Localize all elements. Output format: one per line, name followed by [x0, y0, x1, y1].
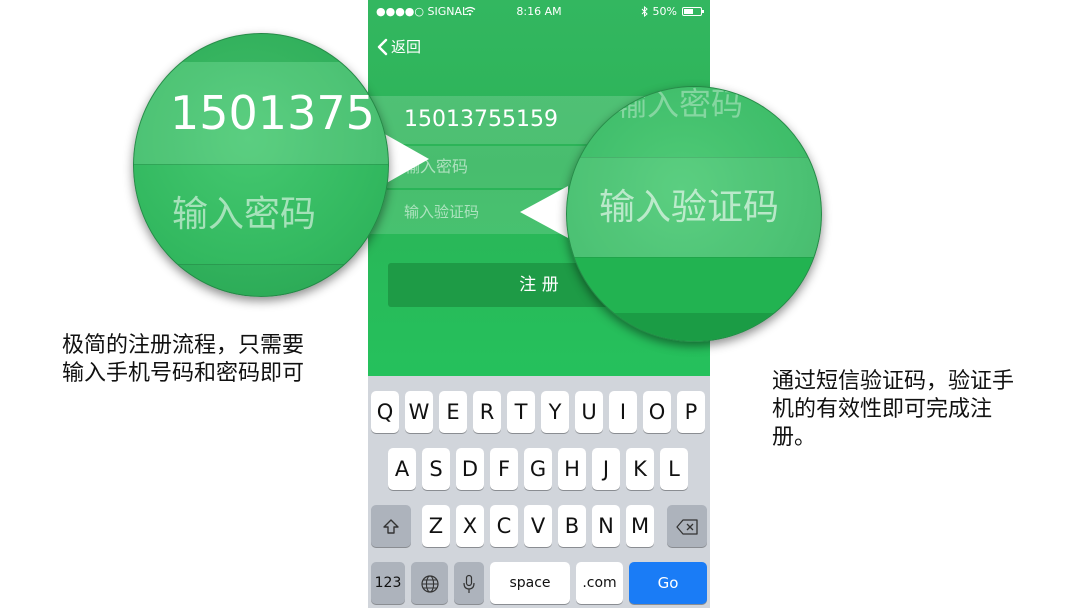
key-a[interactable]: A: [388, 448, 416, 490]
key-c[interactable]: C: [490, 505, 518, 547]
magnified-password-placeholder: 输入密码: [567, 87, 821, 157]
magnified-phone-number: 1501375: [134, 62, 388, 164]
keyboard-row-2: A S D F G H J K L: [368, 448, 710, 490]
key-p[interactable]: P: [677, 391, 705, 433]
key-l[interactable]: L: [660, 448, 688, 490]
keyboard-row-3: Z X C V B N M: [368, 505, 710, 547]
status-right: 50%: [641, 5, 704, 18]
status-bar: ●●●●○ SIGNAL 8:16 AM 50%: [368, 0, 710, 24]
key-q[interactable]: Q: [371, 391, 399, 433]
shift-icon: [383, 519, 399, 534]
bluetooth-icon: [641, 6, 648, 17]
caption-left: 极简的注册流程，只需要输入手机号码和密码即可: [62, 333, 305, 386]
keyboard-row-1: Q W E R T Y U I O P: [368, 391, 710, 433]
key-t[interactable]: T: [507, 391, 535, 433]
key-g[interactable]: G: [524, 448, 552, 490]
keyboard: Q W E R T Y U I O P A S D F G H J K L Z …: [368, 376, 710, 608]
key-z[interactable]: Z: [422, 505, 450, 547]
key-w[interactable]: W: [405, 391, 433, 433]
magnifier-band: [134, 34, 388, 62]
magnifier-left: 1501375 输入密码: [133, 33, 389, 297]
key-s[interactable]: S: [422, 448, 450, 490]
microphone-icon: [463, 574, 475, 593]
keyboard-row-4: 123 space .com Go: [368, 562, 710, 604]
delete-key[interactable]: [667, 505, 707, 547]
magnified-password-placeholder: 输入密码: [134, 164, 388, 264]
key-e[interactable]: E: [439, 391, 467, 433]
numbers-key[interactable]: 123: [371, 562, 405, 604]
key-j[interactable]: J: [592, 448, 620, 490]
key-r[interactable]: R: [473, 391, 501, 433]
key-u[interactable]: U: [575, 391, 603, 433]
key-i[interactable]: I: [609, 391, 637, 433]
wifi-icon: [464, 6, 476, 16]
shift-key[interactable]: [371, 505, 411, 547]
go-key[interactable]: Go: [629, 562, 707, 604]
space-key[interactable]: space: [490, 562, 570, 604]
battery-icon: [682, 7, 704, 16]
caption-right: 通过短信验证码，验证手机的有效性即可完成注册。: [772, 369, 1015, 450]
key-b[interactable]: B: [558, 505, 586, 547]
globe-icon: [420, 575, 439, 593]
key-h[interactable]: H: [558, 448, 586, 490]
key-o[interactable]: O: [643, 391, 671, 433]
back-label: 返回: [391, 38, 422, 56]
dotcom-key[interactable]: .com: [576, 562, 623, 604]
key-y[interactable]: Y: [541, 391, 569, 433]
key-d[interactable]: D: [456, 448, 484, 490]
key-n[interactable]: N: [592, 505, 620, 547]
key-v[interactable]: V: [524, 505, 552, 547]
magnifier-right: 输入密码 输入验证码: [566, 86, 822, 342]
key-m[interactable]: M: [626, 505, 654, 547]
magnified-code-placeholder: 输入验证码: [567, 157, 821, 257]
key-k[interactable]: K: [626, 448, 654, 490]
mic-key[interactable]: [454, 562, 484, 604]
globe-key[interactable]: [411, 562, 448, 604]
magnified-button-edge: [567, 313, 821, 341]
key-f[interactable]: F: [490, 448, 518, 490]
key-x[interactable]: X: [456, 505, 484, 547]
battery-percent: 50%: [652, 5, 677, 18]
callout-pointer-left: [383, 133, 429, 185]
delete-icon: [676, 519, 698, 535]
magnifier-band: [134, 264, 388, 296]
callout-pointer-right: [520, 186, 568, 238]
